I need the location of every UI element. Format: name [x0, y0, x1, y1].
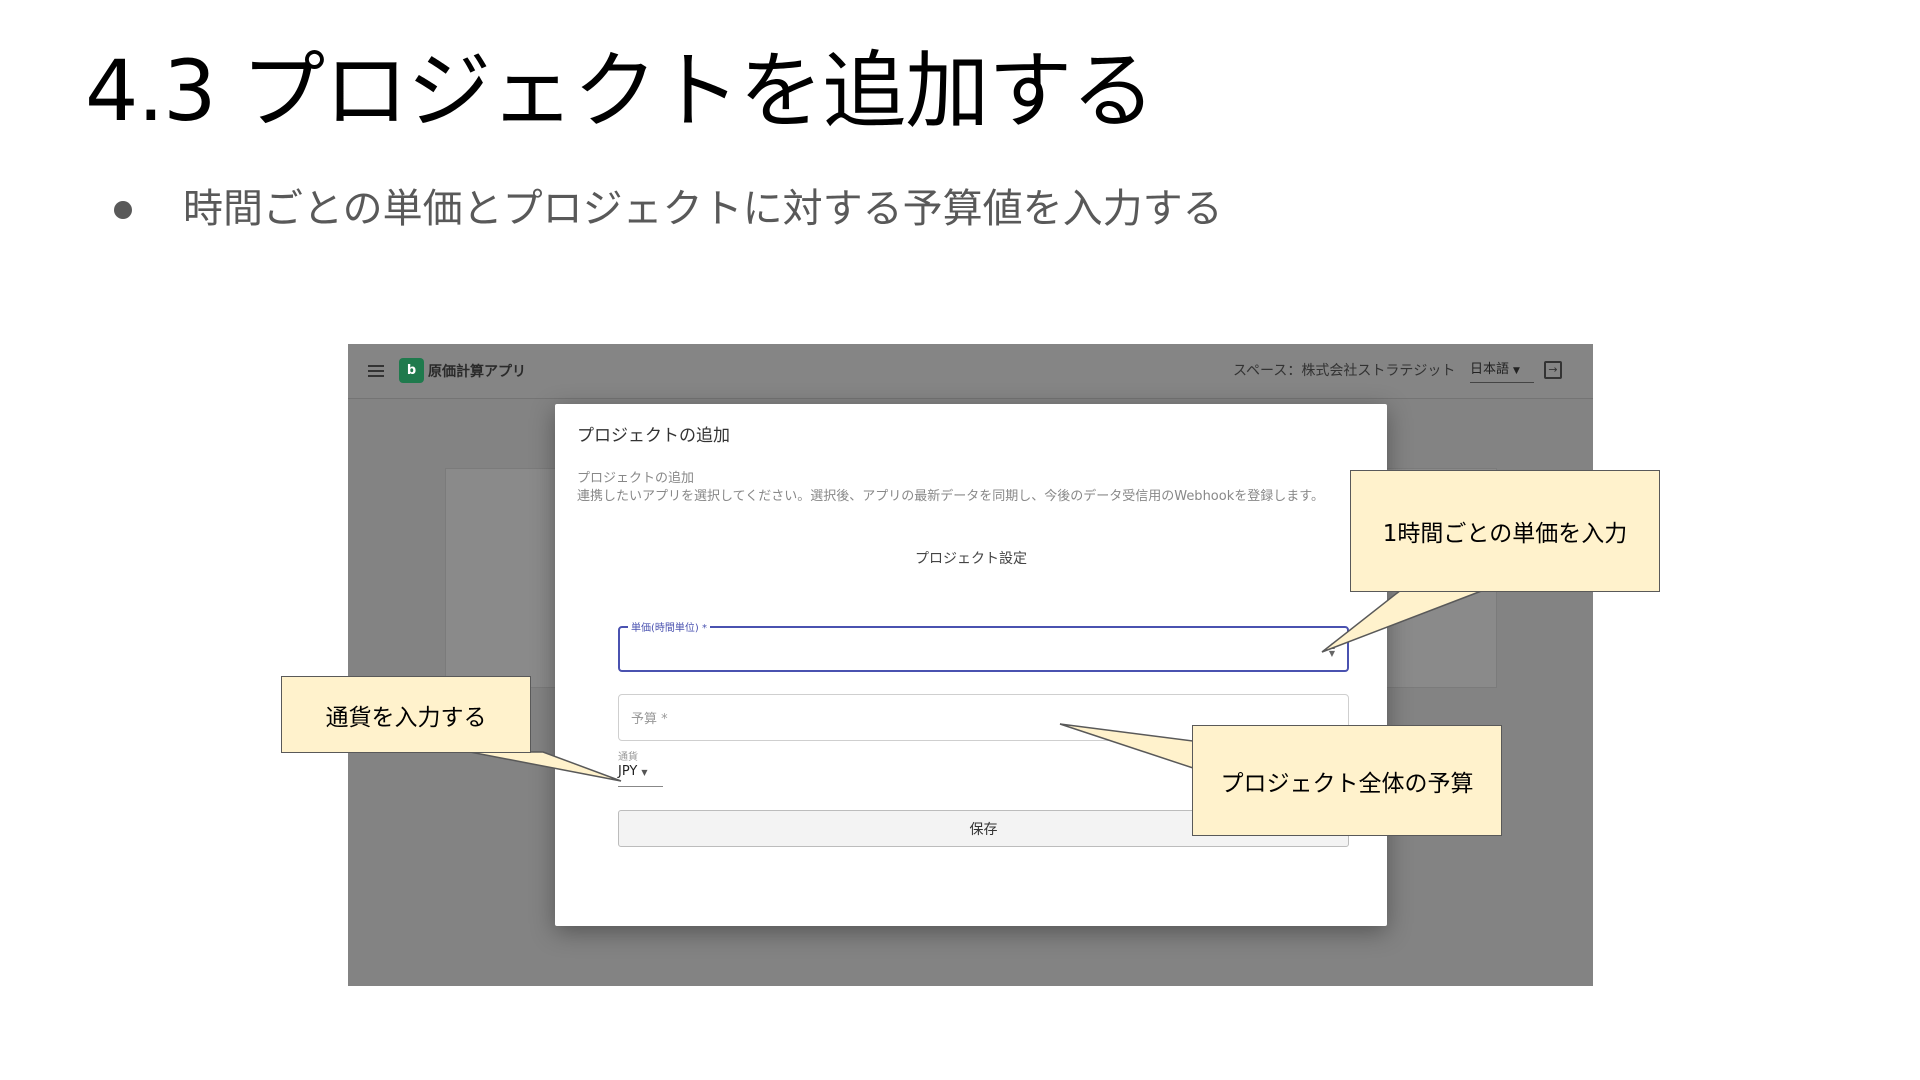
chevron-down-icon: ▼	[641, 768, 648, 777]
language-value: 日本語	[1470, 362, 1510, 377]
bullet-dot-icon	[114, 201, 132, 219]
app-topbar: b 原価計算アプリ スペース：株式会社ストラテジット 日本語 ▼ →	[348, 344, 1593, 399]
chevron-down-icon: ▼	[1513, 366, 1520, 376]
bullet-text: 時間ごとの単価とプロジェクトに対する予算値を入力する	[183, 186, 1223, 232]
logout-icon[interactable]: →	[1544, 361, 1562, 379]
unit-price-field[interactable]: 単価(時間単位) * ▲ ▼	[618, 619, 1349, 672]
unit-price-callout: 1時間ごとの単価を入力	[1350, 470, 1660, 592]
dialog-description: 連携したいアプリを選択してください。選択後、アプリの最新データを同期し、今後のデ…	[577, 489, 1324, 504]
space-label: スペース：株式会社ストラテジット	[1233, 363, 1456, 379]
currency-callout: 通貨を入力する	[281, 676, 531, 753]
budget-callout: プロジェクト全体の予算	[1192, 725, 1502, 836]
section-title: プロジェクト設定	[915, 551, 1027, 567]
slide-title: 4.3 プロジェクトを追加する	[85, 42, 1155, 140]
hamburger-menu-icon[interactable]	[368, 365, 384, 377]
language-select[interactable]: 日本語 ▼	[1470, 358, 1534, 383]
currency-label: 通貨	[618, 752, 638, 763]
budget-label: 予算 *	[631, 712, 668, 727]
dialog-title: プロジェクトの追加	[577, 426, 730, 446]
currency-select[interactable]: JPY ▼	[618, 764, 663, 787]
add-project-dialog: プロジェクトの追加 プロジェクトの追加 連携したいアプリを選択してください。選択…	[555, 404, 1387, 926]
currency-value: JPY	[618, 764, 638, 779]
unit-price-label: 単価(時間単位) *	[628, 619, 710, 634]
app-screenshot: b 原価計算アプリ スペース：株式会社ストラテジット 日本語 ▼ → プロジェクト…	[348, 344, 1593, 986]
stepper-arrows-icon[interactable]: ▲ ▼	[1329, 642, 1335, 658]
dialog-description-title: プロジェクトの追加	[577, 471, 695, 486]
app-logo-icon: b	[399, 358, 424, 383]
app-name: 原価計算アプリ	[428, 364, 526, 380]
